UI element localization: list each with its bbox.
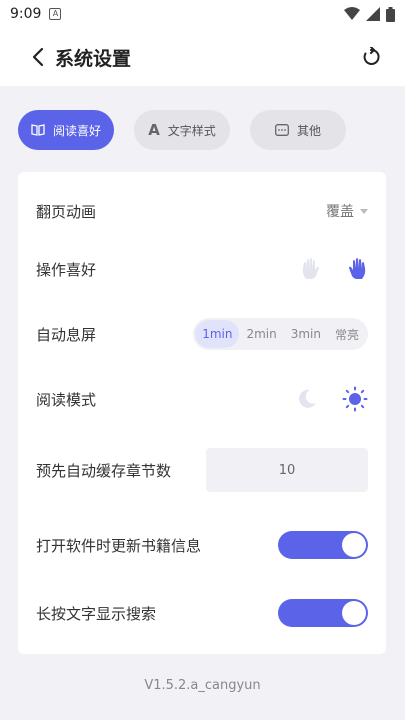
version-text: V1.5.2.a_cangyun xyxy=(144,678,261,693)
setting-auto-screen-off: 自动息屏 1min 2min 3min 常亮 xyxy=(36,316,368,352)
setting-label: 预先自动缓存章节数 xyxy=(36,461,172,480)
status-icons xyxy=(344,6,395,22)
back-button[interactable] xyxy=(26,45,50,69)
option-1min[interactable]: 1min xyxy=(195,320,240,348)
setting-cache-chapters: 预先自动缓存章节数 10 xyxy=(36,448,368,492)
toggle-knob xyxy=(342,601,366,625)
setting-label: 长按文字显示搜索 xyxy=(36,604,157,623)
letter-a-icon: A xyxy=(148,121,160,139)
tab-reading-preference[interactable]: 阅读喜好 xyxy=(18,110,114,150)
setting-label: 阅读模式 xyxy=(36,390,97,409)
tab-label: 其他 xyxy=(296,123,321,138)
read-mode-options xyxy=(296,386,368,412)
chevron-left-icon xyxy=(32,47,44,67)
setting-operation-preference: 操作喜好 xyxy=(36,254,368,284)
setting-long-press-search: 长按文字显示搜索 xyxy=(36,598,368,628)
signal-icon xyxy=(366,7,380,21)
page-turn-dropdown[interactable]: 覆盖 xyxy=(326,201,368,221)
settings-tabs: 阅读喜好 A 文字样式 其他 xyxy=(18,110,346,150)
battery-icon xyxy=(386,6,395,22)
hand-options xyxy=(300,257,368,281)
left-hand-icon[interactable] xyxy=(300,257,322,281)
tab-text-style[interactable]: A 文字样式 xyxy=(134,110,230,150)
option-3min[interactable]: 3min xyxy=(284,320,328,348)
reset-button[interactable] xyxy=(359,45,383,69)
tab-label: 阅读喜好 xyxy=(52,123,101,138)
page-turn-value: 覆盖 xyxy=(326,204,354,220)
setting-label: 翻页动画 xyxy=(36,202,97,221)
page-title: 系统设置 xyxy=(55,48,132,70)
tab-other[interactable]: 其他 xyxy=(250,110,346,150)
tab-label: 文字样式 xyxy=(167,123,216,138)
long-press-search-toggle[interactable] xyxy=(278,599,368,627)
cache-chapters-input[interactable]: 10 xyxy=(206,448,368,492)
update-on-open-toggle[interactable] xyxy=(278,531,368,559)
settings-card: 翻页动画 覆盖 操作喜好 自动息屏 1min 2min 3min 常亮 阅读模式 xyxy=(18,172,386,654)
setting-label: 操作喜好 xyxy=(36,260,97,279)
moon-icon[interactable] xyxy=(296,388,318,410)
refresh-icon xyxy=(363,47,380,65)
screen-off-segmented-control: 1min 2min 3min 常亮 xyxy=(193,318,368,350)
status-time: 9:09 xyxy=(10,6,42,22)
setting-update-on-open: 打开软件时更新书籍信息 xyxy=(36,530,368,560)
more-dots-icon xyxy=(275,124,289,136)
book-icon xyxy=(31,124,45,136)
chevron-down-icon xyxy=(360,208,368,214)
setting-label: 自动息屏 xyxy=(36,325,97,344)
sun-icon[interactable] xyxy=(342,386,368,412)
setting-page-turn: 翻页动画 覆盖 xyxy=(36,196,368,226)
setting-label: 打开软件时更新书籍信息 xyxy=(36,536,202,555)
toggle-knob xyxy=(342,533,366,557)
right-hand-icon[interactable] xyxy=(346,257,368,281)
notification-a-icon: A xyxy=(49,8,62,20)
status-bar: 9:09 A xyxy=(0,0,405,28)
setting-read-mode: 阅读模式 xyxy=(36,384,368,414)
option-2min[interactable]: 2min xyxy=(239,320,283,348)
app-bar: 系统设置 xyxy=(0,28,405,86)
wifi-icon xyxy=(344,7,360,20)
option-always-on[interactable]: 常亮 xyxy=(328,320,366,348)
